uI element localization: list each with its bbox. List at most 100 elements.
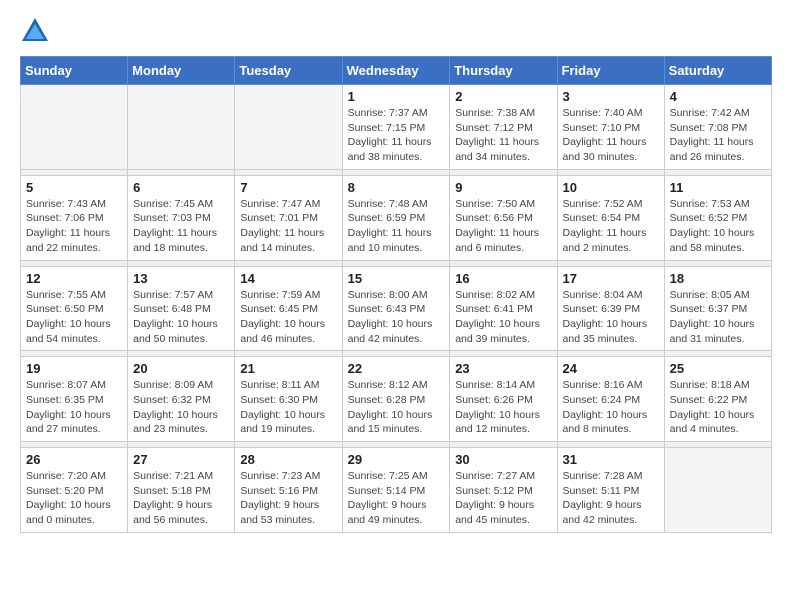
day-info: Sunrise: 7:55 AM Sunset: 6:50 PM Dayligh… <box>26 288 122 347</box>
day-number: 30 <box>455 452 551 467</box>
day-info: Sunrise: 7:52 AM Sunset: 6:54 PM Dayligh… <box>563 197 659 256</box>
day-number: 22 <box>348 361 445 376</box>
day-number: 2 <box>455 89 551 104</box>
day-number: 16 <box>455 271 551 286</box>
calendar-cell: 26 Sunrise: 7:20 AM Sunset: 5:20 PM Dayli… <box>21 448 128 533</box>
day-info: Sunrise: 8:05 AM Sunset: 6:37 PM Dayligh… <box>670 288 766 347</box>
day-number: 15 <box>348 271 445 286</box>
calendar-cell: 31 Sunrise: 7:28 AM Sunset: 5:11 PM Dayli… <box>557 448 664 533</box>
day-number: 7 <box>240 180 336 195</box>
day-number: 20 <box>133 361 229 376</box>
day-number: 21 <box>240 361 336 376</box>
day-info: Sunrise: 7:20 AM Sunset: 5:20 PM Dayligh… <box>26 469 122 528</box>
day-info: Sunrise: 7:40 AM Sunset: 7:10 PM Dayligh… <box>563 106 659 165</box>
day-info: Sunrise: 7:45 AM Sunset: 7:03 PM Dayligh… <box>133 197 229 256</box>
day-info: Sunrise: 7:48 AM Sunset: 6:59 PM Dayligh… <box>348 197 445 256</box>
day-info: Sunrise: 7:38 AM Sunset: 7:12 PM Dayligh… <box>455 106 551 165</box>
day-info: Sunrise: 7:23 AM Sunset: 5:16 PM Dayligh… <box>240 469 336 528</box>
calendar-cell <box>235 85 342 170</box>
day-info: Sunrise: 7:57 AM Sunset: 6:48 PM Dayligh… <box>133 288 229 347</box>
calendar-cell: 10 Sunrise: 7:52 AM Sunset: 6:54 PM Dayli… <box>557 175 664 260</box>
calendar-cell: 12 Sunrise: 7:55 AM Sunset: 6:50 PM Dayli… <box>21 266 128 351</box>
weekday-header-thursday: Thursday <box>450 57 557 85</box>
calendar-cell: 4Sunrise: 7:42 AM Sunset: 7:08 PM Daylig… <box>664 85 771 170</box>
calendar-cell: 27 Sunrise: 7:21 AM Sunset: 5:18 PM Dayli… <box>128 448 235 533</box>
day-info: Sunrise: 8:14 AM Sunset: 6:26 PM Dayligh… <box>455 378 551 437</box>
day-number: 23 <box>455 361 551 376</box>
calendar-cell: 13 Sunrise: 7:57 AM Sunset: 6:48 PM Dayli… <box>128 266 235 351</box>
weekday-header-wednesday: Wednesday <box>342 57 450 85</box>
calendar-cell: 14 Sunrise: 7:59 AM Sunset: 6:45 PM Dayli… <box>235 266 342 351</box>
logo <box>20 16 54 46</box>
day-number: 13 <box>133 271 229 286</box>
day-number: 19 <box>26 361 122 376</box>
day-number: 31 <box>563 452 659 467</box>
day-number: 12 <box>26 271 122 286</box>
weekday-header-row: SundayMondayTuesdayWednesdayThursdayFrid… <box>21 57 772 85</box>
day-number: 4 <box>670 89 766 104</box>
day-info: Sunrise: 8:07 AM Sunset: 6:35 PM Dayligh… <box>26 378 122 437</box>
calendar-cell: 8 Sunrise: 7:48 AM Sunset: 6:59 PM Daylig… <box>342 175 450 260</box>
calendar-cell: 20 Sunrise: 8:09 AM Sunset: 6:32 PM Dayli… <box>128 357 235 442</box>
day-info: Sunrise: 7:27 AM Sunset: 5:12 PM Dayligh… <box>455 469 551 528</box>
day-info: Sunrise: 8:12 AM Sunset: 6:28 PM Dayligh… <box>348 378 445 437</box>
day-number: 14 <box>240 271 336 286</box>
calendar-cell: 3 Sunrise: 7:40 AM Sunset: 7:10 PM Daylig… <box>557 85 664 170</box>
calendar-cell <box>128 85 235 170</box>
weekday-header-monday: Monday <box>128 57 235 85</box>
day-number: 6 <box>133 180 229 195</box>
day-info: Sunrise: 8:00 AM Sunset: 6:43 PM Dayligh… <box>348 288 445 347</box>
calendar-cell: 24Sunrise: 8:16 AM Sunset: 6:24 PM Dayli… <box>557 357 664 442</box>
calendar-cell: 5Sunrise: 7:43 AM Sunset: 7:06 PM Daylig… <box>21 175 128 260</box>
day-number: 24 <box>563 361 659 376</box>
day-number: 18 <box>670 271 766 286</box>
day-info: Sunrise: 8:11 AM Sunset: 6:30 PM Dayligh… <box>240 378 336 437</box>
day-number: 26 <box>26 452 122 467</box>
calendar-cell: 21 Sunrise: 8:11 AM Sunset: 6:30 PM Dayli… <box>235 357 342 442</box>
day-info: Sunrise: 7:21 AM Sunset: 5:18 PM Dayligh… <box>133 469 229 528</box>
day-number: 1 <box>348 89 445 104</box>
day-number: 29 <box>348 452 445 467</box>
calendar-cell: 2 Sunrise: 7:38 AM Sunset: 7:12 PM Daylig… <box>450 85 557 170</box>
day-number: 17 <box>563 271 659 286</box>
calendar-cell <box>664 448 771 533</box>
weekday-header-saturday: Saturday <box>664 57 771 85</box>
day-info: Sunrise: 7:47 AM Sunset: 7:01 PM Dayligh… <box>240 197 336 256</box>
calendar-week-row: 1 Sunrise: 7:37 AM Sunset: 7:15 PM Daylig… <box>21 85 772 170</box>
day-number: 8 <box>348 180 445 195</box>
calendar-cell: 7 Sunrise: 7:47 AM Sunset: 7:01 PM Daylig… <box>235 175 342 260</box>
day-info: Sunrise: 7:53 AM Sunset: 6:52 PM Dayligh… <box>670 197 766 256</box>
calendar-cell: 16Sunrise: 8:02 AM Sunset: 6:41 PM Dayli… <box>450 266 557 351</box>
calendar-cell: 25Sunrise: 8:18 AM Sunset: 6:22 PM Dayli… <box>664 357 771 442</box>
day-number: 5 <box>26 180 122 195</box>
calendar-cell <box>21 85 128 170</box>
day-number: 9 <box>455 180 551 195</box>
day-info: Sunrise: 7:25 AM Sunset: 5:14 PM Dayligh… <box>348 469 445 528</box>
calendar-table: SundayMondayTuesdayWednesdayThursdayFrid… <box>20 56 772 533</box>
day-number: 3 <box>563 89 659 104</box>
calendar-cell: 6 Sunrise: 7:45 AM Sunset: 7:03 PM Daylig… <box>128 175 235 260</box>
calendar-cell: 30 Sunrise: 7:27 AM Sunset: 5:12 PM Dayli… <box>450 448 557 533</box>
calendar-cell: 1 Sunrise: 7:37 AM Sunset: 7:15 PM Daylig… <box>342 85 450 170</box>
logo-icon <box>20 16 50 46</box>
calendar-cell: 18 Sunrise: 8:05 AM Sunset: 6:37 PM Dayli… <box>664 266 771 351</box>
calendar-cell: 9Sunrise: 7:50 AM Sunset: 6:56 PM Daylig… <box>450 175 557 260</box>
day-info: Sunrise: 7:28 AM Sunset: 5:11 PM Dayligh… <box>563 469 659 528</box>
calendar-cell: 19 Sunrise: 8:07 AM Sunset: 6:35 PM Dayli… <box>21 357 128 442</box>
calendar-cell: 29 Sunrise: 7:25 AM Sunset: 5:14 PM Dayli… <box>342 448 450 533</box>
weekday-header-friday: Friday <box>557 57 664 85</box>
calendar-week-row: 26 Sunrise: 7:20 AM Sunset: 5:20 PM Dayli… <box>21 448 772 533</box>
calendar-week-row: 12 Sunrise: 7:55 AM Sunset: 6:50 PM Dayli… <box>21 266 772 351</box>
day-number: 27 <box>133 452 229 467</box>
day-info: Sunrise: 8:04 AM Sunset: 6:39 PM Dayligh… <box>563 288 659 347</box>
calendar-week-row: 5Sunrise: 7:43 AM Sunset: 7:06 PM Daylig… <box>21 175 772 260</box>
weekday-header-tuesday: Tuesday <box>235 57 342 85</box>
day-number: 10 <box>563 180 659 195</box>
day-info: Sunrise: 8:09 AM Sunset: 6:32 PM Dayligh… <box>133 378 229 437</box>
weekday-header-sunday: Sunday <box>21 57 128 85</box>
calendar-cell: 15 Sunrise: 8:00 AM Sunset: 6:43 PM Dayli… <box>342 266 450 351</box>
day-info: Sunrise: 7:59 AM Sunset: 6:45 PM Dayligh… <box>240 288 336 347</box>
day-number: 11 <box>670 180 766 195</box>
calendar-cell: 11 Sunrise: 7:53 AM Sunset: 6:52 PM Dayli… <box>664 175 771 260</box>
day-info: Sunrise: 7:37 AM Sunset: 7:15 PM Dayligh… <box>348 106 445 165</box>
